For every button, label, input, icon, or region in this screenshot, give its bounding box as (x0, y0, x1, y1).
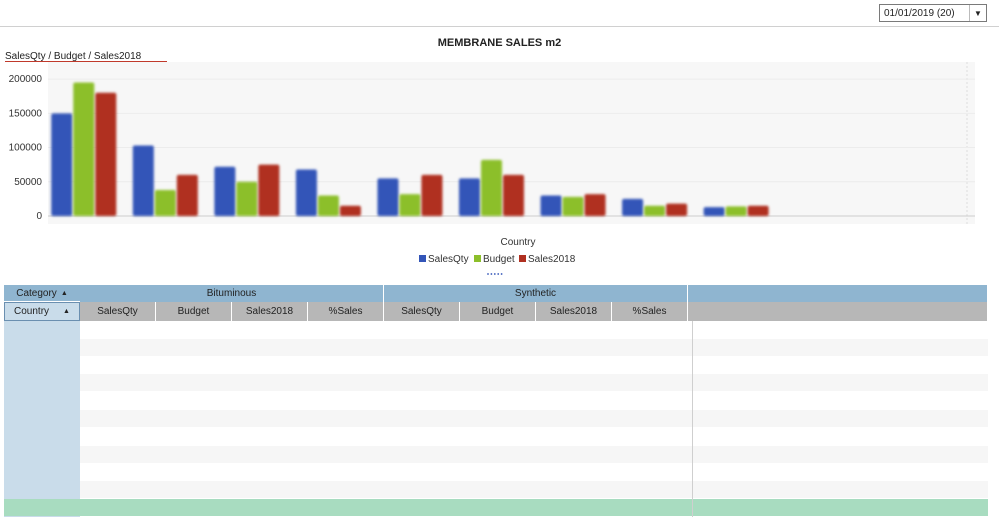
column-header[interactable]: SalesQty (80, 302, 156, 321)
table-row (80, 463, 988, 481)
country-header[interactable]: Country ▲ (4, 302, 80, 321)
bar-sales2018 (747, 205, 769, 216)
table-row (80, 356, 988, 374)
group-label: Bituminous (206, 288, 257, 299)
column-header-label: Sales2018 (245, 306, 294, 317)
column-header-label: %Sales (328, 306, 363, 317)
table-row (80, 481, 988, 499)
bar-sales2018 (421, 174, 443, 216)
country-label: Country (14, 306, 50, 317)
column-header-label: Sales2018 (549, 306, 598, 317)
bar-salesqty (459, 178, 480, 216)
date-filter-value: 01/01/2019 (20) (884, 7, 955, 19)
row-header-column (4, 321, 80, 517)
legend-pager-dot (490, 273, 493, 275)
bar-budget (399, 194, 421, 216)
bar-budget (73, 82, 95, 217)
bar-sales2018 (95, 92, 117, 216)
group-header-bituminous: Bituminous (80, 285, 384, 302)
table-row (80, 338, 988, 356)
column-divider (692, 321, 693, 517)
column-header-label: Budget (177, 306, 210, 317)
sort-up-icon[interactable]: ▲ (61, 290, 68, 297)
column-header-label: SalesQty (401, 306, 442, 317)
sort-up-icon[interactable]: ▲ (63, 308, 70, 315)
chevron-down-icon[interactable]: ▼ (969, 5, 986, 21)
y-tick-label: 100000 (9, 143, 43, 154)
legend-swatch (419, 255, 426, 262)
table-row (80, 392, 988, 410)
category-label: Category (16, 287, 57, 299)
bar-sales2018 (339, 205, 361, 216)
legend-label: SalesQty (428, 254, 469, 265)
legend-pager-dot (500, 273, 503, 275)
table-row (80, 445, 988, 463)
bar-salesqty (377, 178, 399, 216)
bar-salesqty (214, 166, 236, 216)
category-header[interactable]: Category ▲ (4, 285, 80, 302)
bar-salesqty (540, 195, 562, 216)
group-label: Synthetic (514, 288, 557, 299)
pivot-table: Category ▲ Country ▲ Bituminous Syntheti… (4, 285, 988, 517)
bar-budget (317, 195, 339, 216)
table-row (80, 410, 988, 427)
table-row (80, 374, 988, 392)
bar-budget (644, 205, 666, 216)
column-header[interactable]: %Sales (308, 302, 384, 321)
header-divider (0, 26, 999, 27)
column-header[interactable]: Budget (460, 302, 536, 321)
legend-label: Budget (483, 254, 515, 265)
group-header-synthetic: Synthetic (384, 285, 688, 302)
bar-budget (562, 196, 584, 216)
x-axis-title: Country (500, 237, 535, 248)
column-header[interactable]: Sales2018 (536, 302, 612, 321)
bar-sales2018 (503, 174, 524, 216)
column-header-empty (688, 302, 988, 321)
table-row (80, 321, 988, 338)
bar-budget (236, 181, 258, 216)
bar-chart: 200000 150000 100000 50000 0 Country SalesQty B… (9, 62, 975, 275)
column-header-label: SalesQty (97, 306, 138, 317)
column-header[interactable]: SalesQty (384, 302, 460, 321)
table-row (80, 427, 988, 445)
legend-label: Sales2018 (528, 254, 576, 265)
bar-sales2018 (666, 203, 688, 216)
y-tick-label: 50000 (14, 177, 42, 188)
bar-sales2018 (258, 164, 280, 216)
bar-salesqty (703, 207, 725, 216)
legend-swatch (519, 255, 526, 262)
column-header-label: %Sales (632, 306, 667, 317)
bar-budget (481, 159, 502, 216)
y-tick-label: 200000 (9, 74, 43, 85)
bar-salesqty (132, 145, 154, 216)
bar-salesqty (295, 169, 317, 216)
y-tick-label: 0 (36, 211, 42, 222)
bar-budget (725, 206, 747, 216)
legend-pager-dot (497, 273, 500, 275)
legend-swatch (474, 255, 481, 262)
chart-title: MEMBRANE SALES m2 (437, 37, 562, 49)
y-tick-label: 150000 (9, 108, 43, 119)
bar-sales2018 (176, 174, 198, 216)
bar-salesqty (51, 113, 73, 216)
bar-salesqty (622, 198, 644, 216)
date-filter-select[interactable]: 01/01/2019 (20) ▼ (879, 4, 987, 22)
column-header[interactable]: Budget (156, 302, 232, 321)
legend-pager-dot (493, 273, 496, 275)
column-header[interactable]: %Sales (612, 302, 688, 321)
column-header-label: Budget (481, 306, 514, 317)
bar-sales2018 (584, 194, 606, 216)
bar-budget (154, 189, 176, 216)
total-row (4, 499, 988, 516)
legend-pager-dot (487, 273, 489, 275)
group-header-empty (688, 285, 988, 302)
pivot-body (4, 321, 988, 517)
column-header[interactable]: Sales2018 (232, 302, 308, 321)
